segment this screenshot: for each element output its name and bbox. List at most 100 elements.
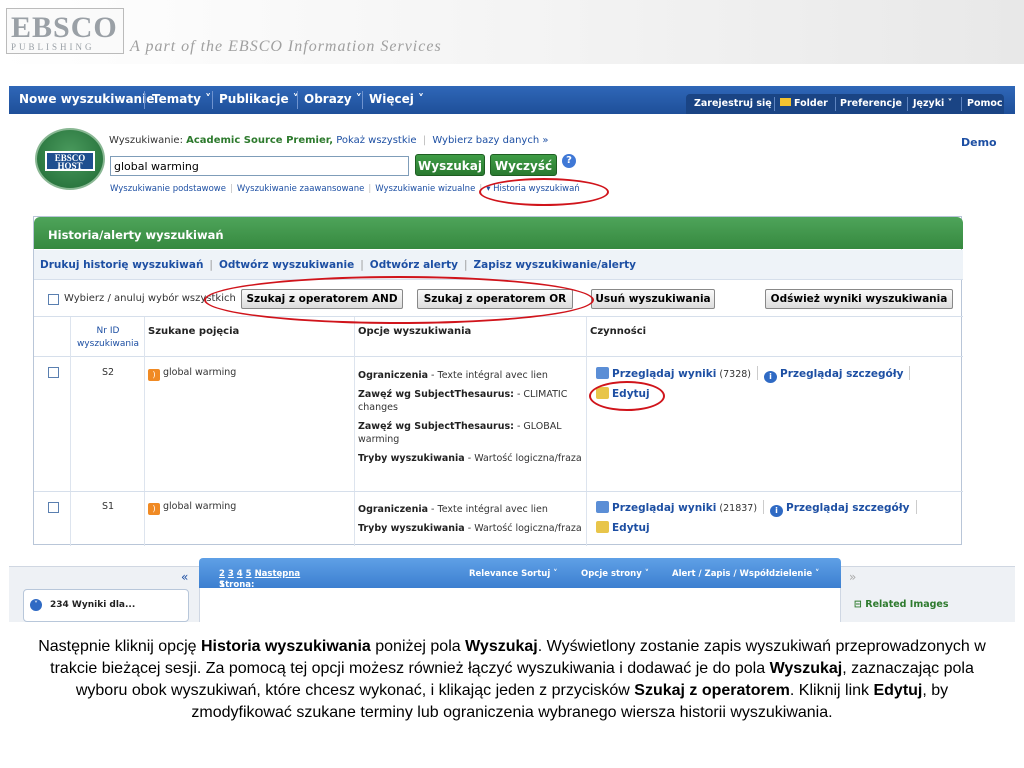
search-history-link[interactable]: ▾ Historia wyszukiwań bbox=[486, 184, 580, 194]
nav-more[interactable]: Więcej ˅ bbox=[369, 92, 424, 106]
collapse-left-panel-button[interactable]: « bbox=[181, 570, 188, 584]
delete-searches-button[interactable]: Usuń wyszukiwania bbox=[591, 289, 715, 309]
search-with-and-button[interactable]: Szukaj z operatorem AND bbox=[241, 289, 403, 309]
page-link[interactable]: 4 bbox=[237, 569, 243, 579]
caption-bold: Szukaj z operatorem bbox=[634, 682, 790, 699]
related-images-toggle[interactable]: ⊟ Related Images bbox=[854, 599, 949, 610]
expand-icon[interactable]: ˅ bbox=[30, 599, 42, 611]
search-button[interactable]: Wyszukaj bbox=[415, 154, 485, 176]
select-all-checkbox[interactable] bbox=[48, 294, 59, 305]
show-all-link[interactable]: Pokaż wszystkie bbox=[336, 135, 416, 146]
pagination: Strona: 1 2 3 4 5 Następna bbox=[219, 569, 301, 590]
history-toolbar: Wybierz / anuluj wybór wszystkich Szukaj… bbox=[34, 281, 963, 317]
search-database-line: Wyszukiwanie: Academic Source Premier, P… bbox=[109, 135, 548, 146]
option-label: Ograniczenia bbox=[358, 370, 429, 381]
caption-bold: Historia wyszukiwania bbox=[200, 638, 371, 655]
sort-menu[interactable]: Relevance Sortuj ˅ bbox=[469, 569, 557, 579]
search-term: global warming bbox=[163, 501, 237, 512]
results-toolbar: Strona: 1 2 3 4 5 Następna Relevance Sor… bbox=[199, 558, 841, 590]
result-count: (7328) bbox=[719, 369, 751, 380]
page-options-menu[interactable]: Opcje strony ˅ bbox=[581, 569, 649, 579]
nav-separator bbox=[212, 91, 213, 109]
results-list-pane bbox=[199, 588, 841, 622]
page-link[interactable]: 5 bbox=[246, 569, 252, 579]
row-options-s2: Ograniczenia - Texte intégral avec lien … bbox=[358, 369, 584, 465]
clear-button[interactable]: Wyczyść bbox=[490, 154, 557, 176]
nav-new-search[interactable]: Nowe wyszukiwanie bbox=[19, 92, 154, 106]
retrieve-searches-link[interactable]: Odtwórz wyszukiwanie bbox=[219, 259, 354, 271]
collapse-right-panel-button[interactable]: » bbox=[849, 570, 856, 584]
help-link[interactable]: Pomoc bbox=[967, 98, 1003, 109]
view-results-link[interactable]: Przeglądaj wyniki bbox=[612, 502, 716, 514]
advanced-search-link[interactable]: Wyszukiwanie zaawansowane bbox=[237, 184, 365, 194]
folder-link[interactable]: Folder bbox=[780, 98, 828, 109]
basic-search-link[interactable]: Wyszukiwanie podstawowe bbox=[110, 184, 226, 194]
rss-icon[interactable]: ) bbox=[148, 369, 160, 381]
edit-icon bbox=[596, 387, 609, 399]
view-details-link[interactable]: Przeglądaj szczegóły bbox=[786, 502, 909, 514]
caption-text: poniżej pola bbox=[370, 638, 466, 655]
separator bbox=[763, 500, 765, 514]
edit-icon bbox=[596, 521, 609, 533]
help-icon[interactable]: ? bbox=[562, 154, 576, 168]
results-count-text: 234 Wyniki dla... bbox=[50, 600, 136, 610]
column-divider bbox=[144, 317, 145, 546]
page-link[interactable]: 3 bbox=[228, 569, 234, 579]
ebscohost-logo[interactable]: EBSCO HOST bbox=[35, 128, 105, 190]
preferences-link[interactable]: Preferencje bbox=[840, 98, 902, 109]
row-actions-s2: Przeglądaj wyniki (7328) i Przeglądaj szcz… bbox=[596, 366, 916, 383]
row-actions-s1: Przeglądaj wyniki (21837) i Przeglądaj szc… bbox=[596, 500, 923, 517]
search-with-or-button[interactable]: Szukaj z operatorem OR bbox=[417, 289, 573, 309]
separator: | bbox=[360, 259, 364, 271]
column-divider bbox=[354, 317, 355, 546]
rss-icon[interactable]: ) bbox=[148, 503, 160, 515]
view-details-link[interactable]: Przeglądaj szczegóły bbox=[780, 368, 903, 380]
column-header-terms: Szukane pojęcia bbox=[148, 326, 240, 337]
top-navigation-bar: Nowe wyszukiwanie Tematy ˅ Publikacje ˅ … bbox=[9, 86, 1015, 114]
search-input[interactable] bbox=[110, 156, 409, 176]
nav-separator bbox=[362, 91, 363, 109]
retrieve-alerts-link[interactable]: Odtwórz alerty bbox=[370, 259, 458, 271]
result-count: (21837) bbox=[719, 503, 758, 514]
option-label: Tryby wyszukiwania bbox=[358, 523, 465, 534]
alert-share-menu[interactable]: Alert / Zapis / Współdzielenie ˅ bbox=[672, 569, 819, 579]
nav-subjects[interactable]: Tematy ˅ bbox=[152, 92, 211, 106]
edit-action-s2: Edytuj bbox=[596, 387, 650, 401]
save-search-link[interactable]: Zapisz wyszukiwanie/alerty bbox=[474, 259, 636, 271]
separator bbox=[915, 500, 917, 514]
view-results-link[interactable]: Przeglądaj wyniki bbox=[612, 368, 716, 380]
demo-label[interactable]: Demo bbox=[961, 136, 997, 149]
search-history-panel: Historia/alerty wyszukiwań Drukuj histor… bbox=[33, 216, 963, 546]
info-icon: i bbox=[770, 505, 784, 517]
nav-images[interactable]: Obrazy ˅ bbox=[304, 92, 362, 106]
publisher-banner: EBSCO PUBLISHING A part of the EBSCO Inf… bbox=[0, 0, 1024, 64]
visual-search-link[interactable]: Wyszukiwanie wizualne bbox=[375, 184, 475, 194]
separator: | bbox=[463, 259, 468, 271]
edit-link[interactable]: Edytuj bbox=[612, 388, 650, 400]
option-label: Tryby wyszukiwania bbox=[358, 453, 465, 464]
separator: | bbox=[209, 259, 213, 271]
results-summary-box[interactable]: ˅ 234 Wyniki dla... bbox=[23, 589, 189, 622]
print-history-link[interactable]: Drukuj historię wyszukiwań bbox=[40, 259, 203, 271]
logo-sub-text: PUBLISHING bbox=[11, 42, 95, 52]
option-label: Zawęź wg SubjectThesaurus: bbox=[358, 421, 514, 432]
row-checkbox-s2[interactable] bbox=[48, 367, 59, 378]
folder-icon bbox=[780, 98, 791, 106]
next-page-link[interactable]: Następna bbox=[255, 569, 301, 579]
nav-publications[interactable]: Publikacje ˅ bbox=[219, 92, 299, 106]
edit-link[interactable]: Edytuj bbox=[612, 522, 650, 534]
view-results-icon bbox=[596, 367, 609, 379]
choose-databases-link[interactable]: Wybierz bazy danych » bbox=[432, 135, 548, 146]
separator: | bbox=[479, 184, 483, 194]
row-checkbox-s1[interactable] bbox=[48, 502, 59, 513]
column-header-id[interactable]: Nr ID wyszukiwania bbox=[72, 325, 144, 351]
column-divider bbox=[70, 317, 71, 546]
languages-menu[interactable]: Języki ˅ bbox=[913, 98, 952, 109]
refresh-results-button[interactable]: Odśwież wyniki wyszukiwania bbox=[765, 289, 953, 309]
option-value: - Texte intégral avec lien bbox=[428, 370, 548, 381]
sign-in-link[interactable]: Zarejestruj się bbox=[694, 98, 772, 109]
banner-tagline: A part of the EBSCO Information Services bbox=[130, 38, 442, 55]
page-link[interactable]: 2 bbox=[219, 569, 225, 579]
nav-separator bbox=[297, 91, 298, 109]
folder-label: Folder bbox=[794, 98, 828, 109]
